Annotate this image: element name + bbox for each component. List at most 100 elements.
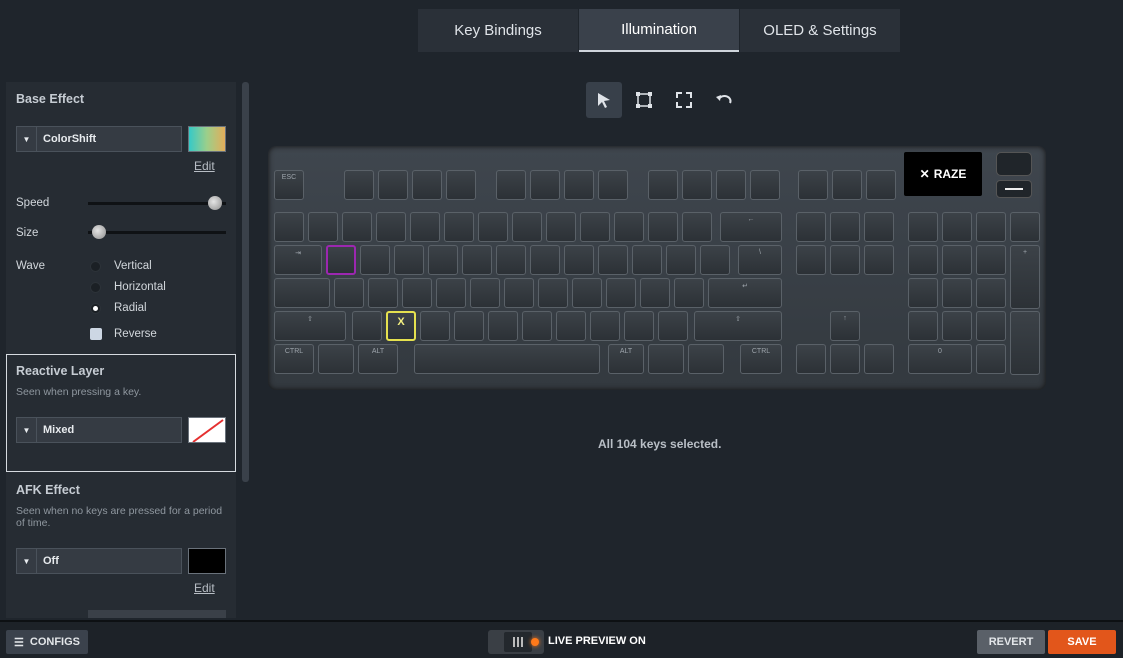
keyboard-key[interactable]: CTRL [740,344,782,374]
keyboard-key[interactable] [682,170,712,200]
volume-dial[interactable] [996,152,1032,176]
keyboard-key[interactable] [1010,311,1040,375]
keyboard-key[interactable] [976,278,1006,308]
speed-slider[interactable] [88,196,226,210]
keyboard-key[interactable] [624,311,654,341]
keyboard-key[interactable] [444,212,474,242]
keyboard-key[interactable] [530,170,560,200]
keyboard-key[interactable] [674,278,704,308]
keyboard-key[interactable] [614,212,644,242]
wave-radial-radio[interactable] [90,303,101,314]
keyboard-key[interactable] [352,311,382,341]
keyboard-key[interactable]: ESC [274,170,304,200]
keyboard-key[interactable]: ALT [358,344,398,374]
keyboard-key[interactable] [666,245,696,275]
keyboard-key[interactable] [546,212,576,242]
keyboard-key[interactable] [522,311,552,341]
keyboard-key[interactable] [376,212,406,242]
keyboard-key[interactable]: ⇧ [274,311,346,341]
keyboard-key[interactable] [334,278,364,308]
keyboard-key[interactable] [942,311,972,341]
keyboard-key[interactable] [830,344,860,374]
keyboard-key[interactable] [454,311,484,341]
keyboard-key[interactable] [908,278,938,308]
wave-horizontal-radio[interactable] [90,282,101,293]
keyboard-key[interactable] [640,278,670,308]
keyboard-key[interactable] [556,311,586,341]
reactive-color-swatch[interactable] [188,417,226,443]
keyboard-key[interactable] [976,344,1006,374]
revert-button[interactable]: REVERT [977,630,1045,654]
base-effect-color-swatch[interactable] [188,126,226,152]
keyboard-key[interactable] [462,245,492,275]
keyboard-key[interactable] [360,245,390,275]
keyboard-key[interactable] [976,212,1006,242]
keyboard-key[interactable] [864,212,894,242]
keyboard-key[interactable] [700,245,730,275]
cursor-tool[interactable] [586,82,622,118]
keyboard-key[interactable] [798,170,828,200]
keyboard-key[interactable] [830,212,860,242]
media-button[interactable] [996,180,1032,198]
keyboard-key[interactable] [606,278,636,308]
keyboard-key[interactable] [368,278,398,308]
keyboard-key[interactable]: X [386,311,416,341]
keyboard-key[interactable] [326,245,356,275]
keyboard-key[interactable]: ↑ [830,311,860,341]
keyboard-key[interactable] [436,278,466,308]
keyboard-key[interactable] [496,170,526,200]
reactive-layer-dropdown[interactable]: ▼ Mixed [16,417,182,443]
keyboard-key[interactable] [942,278,972,308]
keyboard-key[interactable] [866,170,896,200]
keyboard-key[interactable]: + [1010,245,1040,309]
keyboard-key[interactable] [864,245,894,275]
keyboard-key[interactable] [658,311,688,341]
keyboard-key[interactable] [908,311,938,341]
afk-color-swatch[interactable] [188,548,226,574]
keyboard-key[interactable] [530,245,560,275]
keyboard-key[interactable]: \ [738,245,782,275]
keyboard-key[interactable] [378,170,408,200]
base-effect-dropdown[interactable]: ▼ ColorShift [16,126,182,152]
size-slider-knob[interactable] [92,225,106,239]
configs-button[interactable]: ☰ CONFIGS [6,630,88,654]
keyboard-key[interactable]: ⇥ [274,245,322,275]
keyboard-key[interactable] [796,344,826,374]
box-select-tool[interactable] [626,82,662,118]
keyboard-key[interactable]: ← [720,212,782,242]
save-button[interactable]: SAVE [1048,630,1116,654]
keyboard-key[interactable] [446,170,476,200]
keyboard-key[interactable] [344,170,374,200]
keyboard-key[interactable]: 0 [908,344,972,374]
keyboard-key[interactable] [832,170,862,200]
keyboard-key[interactable]: CTRL [274,344,314,374]
keyboard-key[interactable] [864,344,894,374]
live-preview-toggle[interactable] [488,630,544,654]
keyboard-key[interactable] [908,212,938,242]
keyboard-key[interactable] [410,212,440,242]
undo-tool[interactable] [706,82,742,118]
speed-slider-knob[interactable] [208,196,222,210]
size-slider[interactable] [88,225,226,239]
keyboard-key[interactable] [830,245,860,275]
keyboard-key[interactable] [682,212,712,242]
keyboard-key[interactable] [976,245,1006,275]
keyboard-key[interactable] [538,278,568,308]
afk-effect-dropdown[interactable]: ▼ Off [16,548,182,574]
keyboard-key[interactable] [632,245,662,275]
keyboard-key[interactable] [402,278,432,308]
afk-edit-link[interactable]: Edit [194,581,215,595]
keyboard-key[interactable] [414,344,600,374]
tab-key-bindings[interactable]: Key Bindings [418,9,578,52]
keyboard-key[interactable] [750,170,780,200]
panel-scrollbar[interactable] [242,82,249,482]
base-effect-edit-link[interactable]: Edit [194,159,215,173]
keyboard-key[interactable] [512,212,542,242]
keyboard-key[interactable] [504,278,534,308]
keyboard-key[interactable]: ALT [608,344,644,374]
keyboard-key[interactable] [976,311,1006,341]
keyboard-key[interactable] [942,212,972,242]
keyboard-key[interactable] [308,212,338,242]
keyboard-key[interactable] [564,245,594,275]
keyboard-key[interactable]: ↵ [708,278,782,308]
